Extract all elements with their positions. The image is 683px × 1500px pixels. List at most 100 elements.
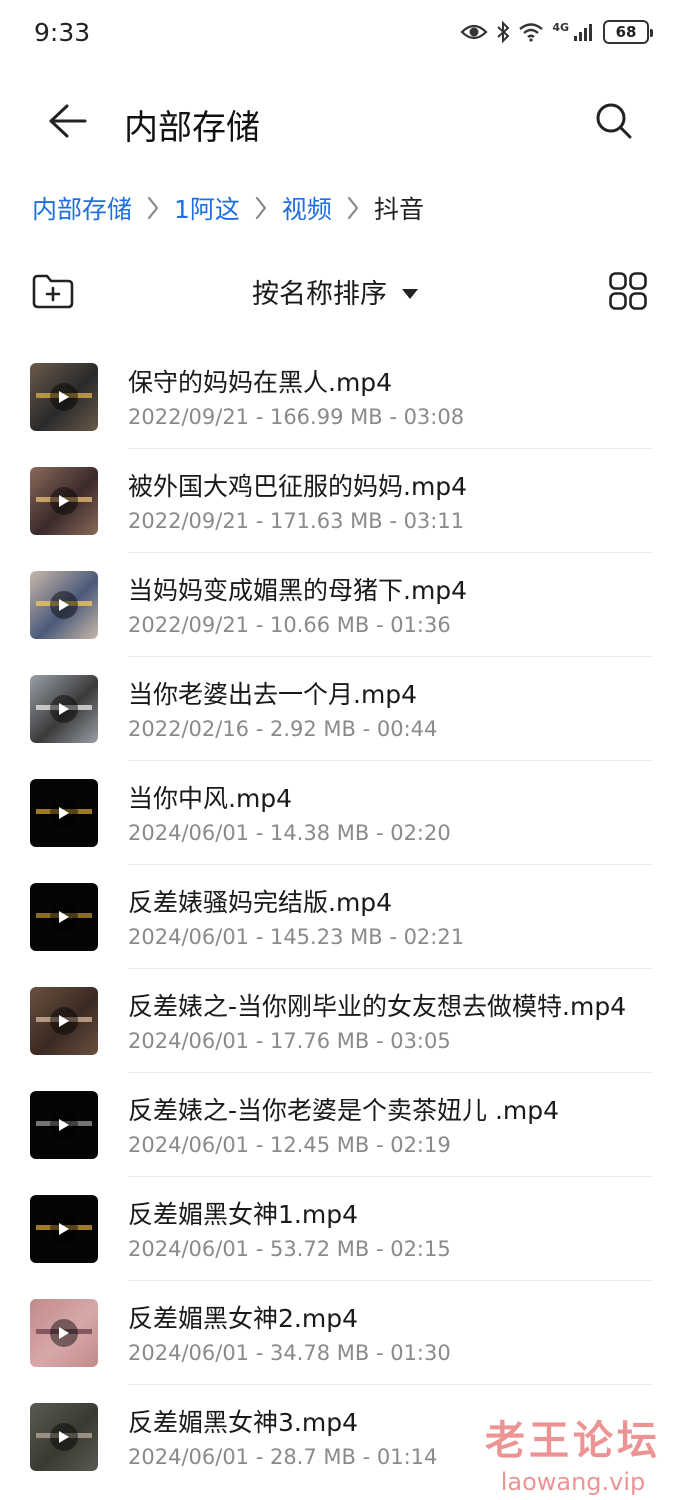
play-icon [50,799,78,827]
chevron-right-icon [332,195,374,221]
bluetooth-icon [496,21,510,43]
video-thumbnail [30,779,98,847]
video-thumbnail [30,1091,98,1159]
arrow-left-icon [47,103,87,143]
caret-down-icon [401,276,419,307]
breadcrumb-item-current: 抖音 [373,195,424,224]
eye-icon [460,22,488,42]
file-name: 被外国大鸡巴征服的妈妈.mp4 [128,472,468,501]
watermark: 老王论坛 laowang.vip [485,1408,661,1496]
watermark-url: laowang.vip [500,1468,646,1496]
file-meta: 2024/06/01 - 145.23 MB - 02:21 [128,925,465,949]
play-overlay [30,883,98,951]
chevron-right-icon [132,195,174,221]
list-item[interactable]: 当妈妈变成媚黑的母猪下.mp4 2022/09/21 - 10.66 MB - 0… [0,553,683,657]
page-title: 内部存储 [124,108,260,148]
new-folder-icon [31,272,75,314]
play-overlay [30,1091,98,1159]
file-name: 反差婊骚妈完结版.mp4 [128,888,393,917]
file-list: 保守的妈妈在黑人.mp4 2022/09/21 - 166.99 MB - 03:… [0,345,683,1489]
file-meta: 2024/06/01 - 14.38 MB - 02:20 [128,821,451,845]
play-overlay [30,1403,98,1471]
video-thumbnail [30,363,98,431]
play-icon [50,591,78,619]
app-bar: 内部存储 [0,80,683,166]
video-thumbnail [30,675,98,743]
watermark-title: 老王论坛 [485,1418,661,1464]
play-icon [50,487,78,515]
file-name: 反差婊之-当你老婆是个卖茶妞儿 .mp4 [128,1096,560,1125]
play-icon [50,1423,78,1451]
sort-dropdown[interactable]: 按名称排序 [252,272,419,311]
breadcrumb: 内部存储 1阿这 视频 抖音 [32,188,424,228]
file-meta: 2024/06/01 - 12.45 MB - 02:19 [128,1133,451,1157]
play-icon [50,383,78,411]
file-meta: 2024/06/01 - 17.76 MB - 03:05 [128,1029,451,1053]
list-item[interactable]: 反差婊之-当你刚毕业的女友想去做模特.mp4 2024/06/01 - 17.76… [0,969,683,1073]
file-meta: 2022/09/21 - 10.66 MB - 01:36 [128,613,451,637]
play-icon [50,903,78,931]
status-bar: 9:33 4G 68 [0,0,683,70]
file-meta: 2024/06/01 - 53.72 MB - 02:15 [128,1237,451,1261]
play-overlay [30,1195,98,1263]
video-thumbnail [30,571,98,639]
play-icon [50,1319,78,1347]
list-item[interactable]: 反差婊之-当你老婆是个卖茶妞儿 .mp4 2024/06/01 - 12.45 M… [0,1073,683,1177]
list-item[interactable]: 保守的妈妈在黑人.mp4 2022/09/21 - 166.99 MB - 03:… [0,345,683,449]
file-name: 当你中风.mp4 [128,784,293,813]
video-thumbnail [30,1403,98,1471]
list-item[interactable]: 反差媚黑女神1.mp4 2024/06/01 - 53.72 MB - 02:15 [0,1177,683,1281]
play-overlay [30,987,98,1055]
video-thumbnail [30,1299,98,1367]
list-item[interactable]: 当你中风.mp4 2024/06/01 - 14.38 MB - 02:20 [0,761,683,865]
file-meta: 2022/09/21 - 171.63 MB - 03:11 [128,509,465,533]
video-thumbnail [30,1195,98,1263]
sort-label: 按名称排序 [252,279,387,310]
file-name: 反差婊之-当你刚毕业的女友想去做模特.mp4 [128,992,627,1021]
video-thumbnail [30,883,98,951]
file-meta: 2022/09/21 - 166.99 MB - 03:08 [128,405,465,429]
breadcrumb-item-videos[interactable]: 视频 [282,190,332,226]
network-type: 4G [552,20,569,34]
status-icons: 4G 68 [460,20,653,44]
search-button[interactable] [589,98,639,148]
battery-level: 68 [615,23,637,41]
signal-icon [573,22,595,42]
status-time: 9:33 [34,18,91,47]
battery-indicator: 68 [603,20,653,44]
play-icon [50,695,78,723]
grid-view-button[interactable] [605,270,651,316]
list-item[interactable]: 反差婊骚妈完结版.mp4 2024/06/01 - 145.23 MB - 02:… [0,865,683,969]
list-item[interactable]: 被外国大鸡巴征服的妈妈.mp4 2022/09/21 - 171.63 MB - … [0,449,683,553]
file-name: 反差媚黑女神3.mp4 [128,1408,358,1437]
breadcrumb-item-folder[interactable]: 1阿这 [174,190,240,226]
play-overlay [30,675,98,743]
list-item[interactable]: 反差媚黑女神2.mp4 2024/06/01 - 34.78 MB - 01:30 [0,1281,683,1385]
play-overlay [30,779,98,847]
file-name: 反差媚黑女神1.mp4 [128,1200,358,1229]
grid-view-icon [608,271,648,315]
video-thumbnail [30,467,98,535]
file-name: 当妈妈变成媚黑的母猪下.mp4 [128,576,468,605]
chevron-right-icon [240,195,282,221]
toolbar: 按名称排序 [0,262,683,322]
list-item[interactable]: 当你老婆出去一个月.mp4 2022/02/16 - 2.92 MB - 00:4… [0,657,683,761]
play-overlay [30,1299,98,1367]
breadcrumb-item-internal-storage[interactable]: 内部存储 [32,190,132,226]
new-folder-button[interactable] [30,270,76,316]
file-name: 反差媚黑女神2.mp4 [128,1304,358,1333]
play-icon [50,1215,78,1243]
play-overlay [30,571,98,639]
file-meta: 2024/06/01 - 28.7 MB - 01:14 [128,1445,438,1469]
play-icon [50,1111,78,1139]
file-name: 当你老婆出去一个月.mp4 [128,680,418,709]
file-meta: 2022/02/16 - 2.92 MB - 00:44 [128,717,438,741]
play-overlay [30,467,98,535]
search-icon [594,101,634,145]
file-meta: 2024/06/01 - 34.78 MB - 01:30 [128,1341,451,1365]
back-button[interactable] [42,98,92,148]
file-name: 保守的妈妈在黑人.mp4 [128,368,393,397]
wifi-icon [518,22,544,42]
play-icon [50,1007,78,1035]
video-thumbnail [30,987,98,1055]
